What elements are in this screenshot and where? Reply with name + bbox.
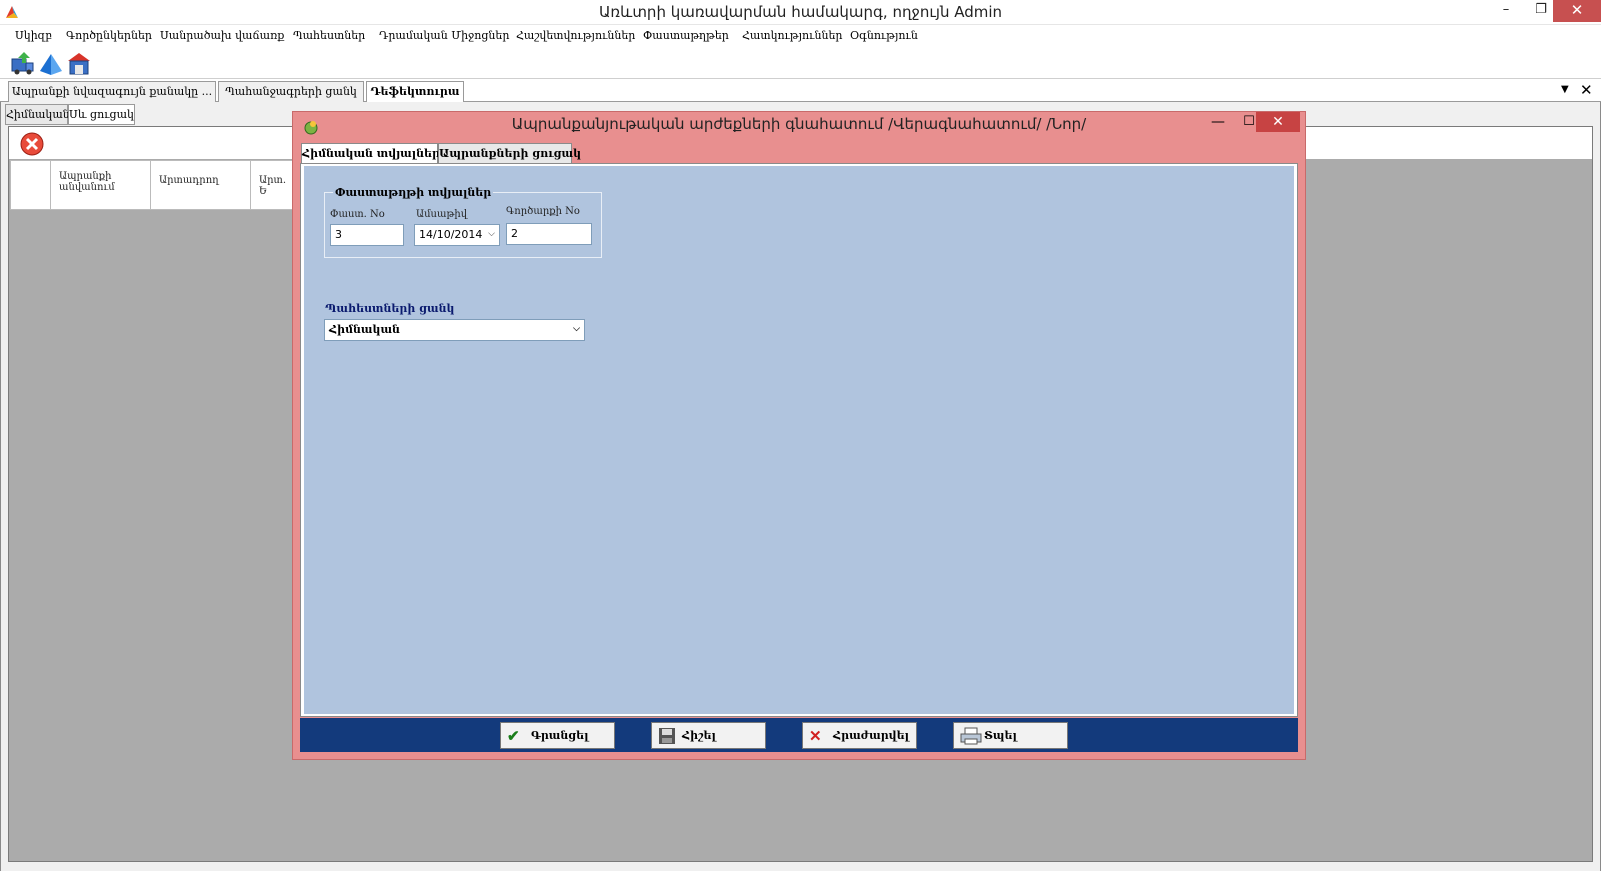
document-data-group-title: Փաստաթղթի տվյալներ [333,186,494,199]
floppy-icon [659,728,675,744]
warehouse-icon[interactable] [66,51,92,77]
menu-warehouses[interactable]: Պահեստներ [293,29,365,42]
tab-basic-data[interactable]: Հիմնական տվյալներ [301,143,440,164]
close-tab-icon[interactable]: ✕ [1580,81,1593,99]
tab-min-stock[interactable]: Ապրանքի նվազագույն քանակը ... [8,81,216,102]
tab-blacklist[interactable]: Սև ցուցակ [68,104,135,125]
dialog-close-button[interactable]: ✕ [1256,112,1300,132]
column-product-name[interactable]: Ապրանքի անվանում [51,161,151,209]
doc-number-label: Փաստ. No [330,209,385,220]
menu-bar: Սկիզբ Գործընկերներ Սանրածախ վաճառք Պահես… [0,25,1601,47]
grid-header: Ապրանքի անվանում Արտադրող Արտ. Ե [10,160,295,210]
menu-retail[interactable]: Սանրածախ վաճառք [160,29,284,42]
cancel-button[interactable]: ✕ Հրաժարվել [802,722,917,749]
warehouse-list-label: Պահեստների ցանկ [325,302,455,315]
menu-properties[interactable]: Հատկություններ [742,29,842,42]
dialog-minimize-button[interactable]: — [1203,112,1233,134]
doc-number-field[interactable]: 3 [330,224,404,246]
save-button[interactable]: ✔ Գրանցել [500,722,615,749]
printer-icon [960,727,982,745]
operation-label: Գործարքի No [506,206,580,217]
date-picker[interactable]: 14/10/2014 ⌵ [414,224,500,246]
date-value: 14/10/2014 [419,228,483,241]
operation-field[interactable]: 2 [506,223,592,245]
column-country[interactable]: Արտ. Ե [251,161,296,209]
chevron-down-icon[interactable]: ⌵ [573,324,580,334]
menu-cash[interactable]: Դրամական Միջոցներ [379,29,509,42]
close-button[interactable]: ✕ [1553,0,1601,22]
menu-partners[interactable]: Գործընկերներ [66,29,152,42]
tab-main[interactable]: Հիմնական [5,104,70,125]
menu-reports[interactable]: Հաշվետվություններ [516,29,635,42]
document-tabs-bar: Ապրանքի նվազագույն քանակը ... Պահանջագրե… [0,80,1601,103]
cross-icon: ✕ [809,727,822,745]
tabs-dropdown-icon[interactable]: ▼ [1561,84,1569,95]
window-title: Առևտրի կառավարման համակարգ, ողջույն Admi… [598,3,1003,21]
warehouse-select[interactable]: Հիմնական ⌵ [324,319,585,341]
warehouse-selected-value: Հիմնական [329,323,400,336]
date-label: Ամսաթիվ [416,209,468,220]
pyramid-icon[interactable] [38,51,64,77]
truck-upload-icon[interactable] [10,51,36,77]
checkmark-icon: ✔ [507,727,520,745]
column-manufacturer[interactable]: Արտադրող [151,161,251,209]
dialog-footer [300,718,1298,752]
main-toolbar [0,47,1601,79]
menu-documents[interactable]: Փաստաթղթեր [643,29,729,42]
menu-help[interactable]: Օգնություն [850,29,918,42]
store-button[interactable]: Հիշել [651,722,766,749]
tab-requisitions[interactable]: Պահանջագրերի ցանկ [218,81,364,102]
grid-rowheader [11,161,51,209]
dialog-title: Ապրանքանյութական արժեքների գնահատում /Վե… [511,115,1087,133]
chevron-down-icon[interactable]: ⌵ [488,229,495,239]
menu-start[interactable]: Սկիզբ [15,29,52,42]
delete-icon[interactable] [20,132,44,156]
tab-product-list[interactable]: Ապրանքների ցուցակ [438,143,581,163]
print-button[interactable]: Տպել [953,722,1068,749]
tab-defectura[interactable]: Դեֆեկտուրա [366,81,464,103]
